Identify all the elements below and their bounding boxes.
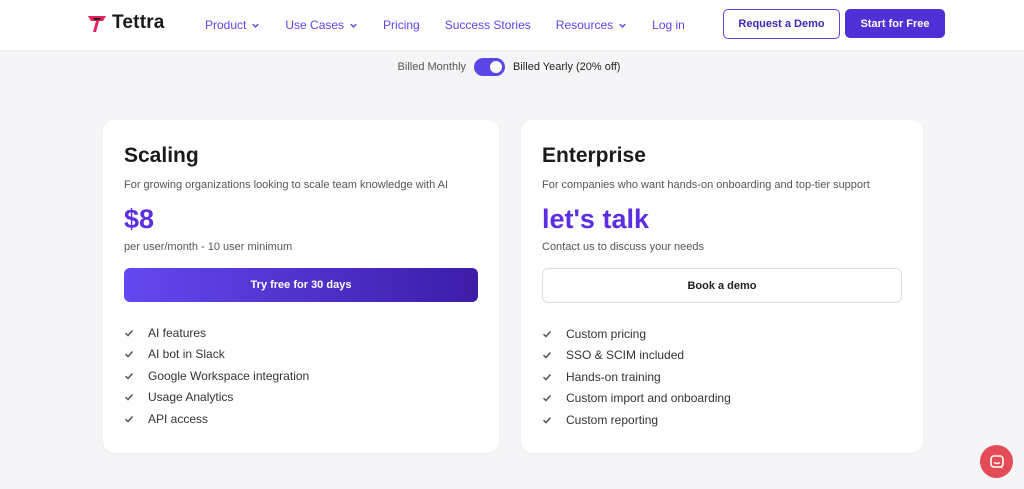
nav-label: Resources xyxy=(555,18,614,32)
feature-label: SSO & SCIM included xyxy=(566,348,685,363)
brand-name: Tettra xyxy=(112,12,165,33)
nav-success-stories[interactable]: Success Stories xyxy=(445,18,531,32)
feature-label: AI bot in Slack xyxy=(148,347,225,362)
feature-list: Custom pricing SSO & SCIM included Hands… xyxy=(542,323,731,431)
feature-label: API access xyxy=(148,411,209,426)
check-icon xyxy=(124,372,134,380)
nav-pricing[interactable]: Pricing xyxy=(383,18,420,32)
toggle-knob xyxy=(490,61,503,73)
plan-title: Scaling xyxy=(124,144,199,167)
plan-card-scaling: Scaling For growing organizations lookin… xyxy=(103,120,499,453)
list-item: AI features xyxy=(124,322,309,344)
list-item: Google Workspace integration xyxy=(124,365,309,387)
chat-icon xyxy=(989,454,1004,469)
chat-launcher-button[interactable] xyxy=(980,445,1013,478)
plan-card-enterprise: Enterprise For companies who want hands-… xyxy=(521,120,923,453)
feature-label: Usage Analytics xyxy=(148,390,234,405)
list-item: Custom reporting xyxy=(542,409,731,431)
chevron-down-icon xyxy=(252,23,260,28)
nav-label: Pricing xyxy=(383,18,420,32)
check-icon xyxy=(124,394,134,401)
check-icon xyxy=(124,351,134,358)
list-item: Custom import and onboarding xyxy=(542,388,731,410)
nav-use-cases[interactable]: Use Cases xyxy=(285,18,358,32)
check-icon xyxy=(542,416,552,424)
billing-toggle[interactable] xyxy=(474,58,506,76)
main-nav: Product Use Cases Pricing Success Storie… xyxy=(205,0,710,50)
plan-description: For companies who want hands-on onboardi… xyxy=(542,179,870,191)
feature-list: AI features AI bot in Slack Google Works… xyxy=(124,322,309,430)
tettra-logo-icon xyxy=(88,16,106,32)
check-icon xyxy=(542,352,552,359)
nav-label: Log in xyxy=(652,18,685,32)
list-item: API access xyxy=(124,408,309,430)
feature-label: Google Workspace integration xyxy=(148,368,310,383)
plan-price-note: Contact us to discuss your needs xyxy=(542,241,705,253)
try-free-button[interactable]: Try free for 30 days xyxy=(124,268,478,302)
nav-label: Product xyxy=(205,18,247,32)
site-header: Tettra Product Use Cases Pricing Success… xyxy=(0,0,1024,50)
feature-label: AI features xyxy=(148,325,207,340)
plan-description: For growing organizations looking to sca… xyxy=(124,179,449,191)
list-item: AI bot in Slack xyxy=(124,344,309,366)
check-icon xyxy=(124,415,134,423)
chevron-down-icon xyxy=(350,23,357,28)
plan-price-note: per user/month - 10 user minimum xyxy=(124,241,293,253)
nav-resources[interactable]: Resources xyxy=(556,18,627,32)
feature-label: Hands-on training xyxy=(566,369,661,384)
list-item: Hands-on training xyxy=(542,366,731,388)
start-free-button[interactable]: Start for Free xyxy=(845,9,945,38)
plan-title: Enterprise xyxy=(542,144,646,167)
book-demo-button[interactable]: Book a demo xyxy=(542,268,902,303)
check-icon xyxy=(542,373,552,381)
feature-label: Custom pricing xyxy=(566,326,647,341)
nav-log-in[interactable]: Log in xyxy=(652,18,685,32)
request-demo-button[interactable]: Request a Demo xyxy=(723,9,840,39)
check-icon xyxy=(124,329,134,337)
chevron-down-icon xyxy=(619,23,626,28)
check-icon xyxy=(542,395,552,402)
list-item: SSO & SCIM included xyxy=(542,345,731,367)
billed-yearly-label[interactable]: Billed Yearly (20% off) xyxy=(513,61,620,73)
nav-label: Use Cases xyxy=(285,18,345,32)
nav-product[interactable]: Product xyxy=(205,18,260,32)
list-item: Custom pricing xyxy=(542,323,731,345)
check-icon xyxy=(542,330,552,338)
billing-toggle-row: Billed Monthly Billed Yearly (20% off) xyxy=(0,57,1024,77)
logo[interactable]: Tettra xyxy=(86,11,165,35)
feature-label: Custom reporting xyxy=(566,412,659,427)
list-item: Usage Analytics xyxy=(124,387,309,409)
feature-label: Custom import and onboarding xyxy=(566,391,731,406)
plan-price: let's talk xyxy=(542,204,649,234)
billed-monthly-label[interactable]: Billed Monthly xyxy=(398,61,466,73)
nav-label: Success Stories xyxy=(444,18,531,32)
plan-price: $8 xyxy=(124,204,155,234)
